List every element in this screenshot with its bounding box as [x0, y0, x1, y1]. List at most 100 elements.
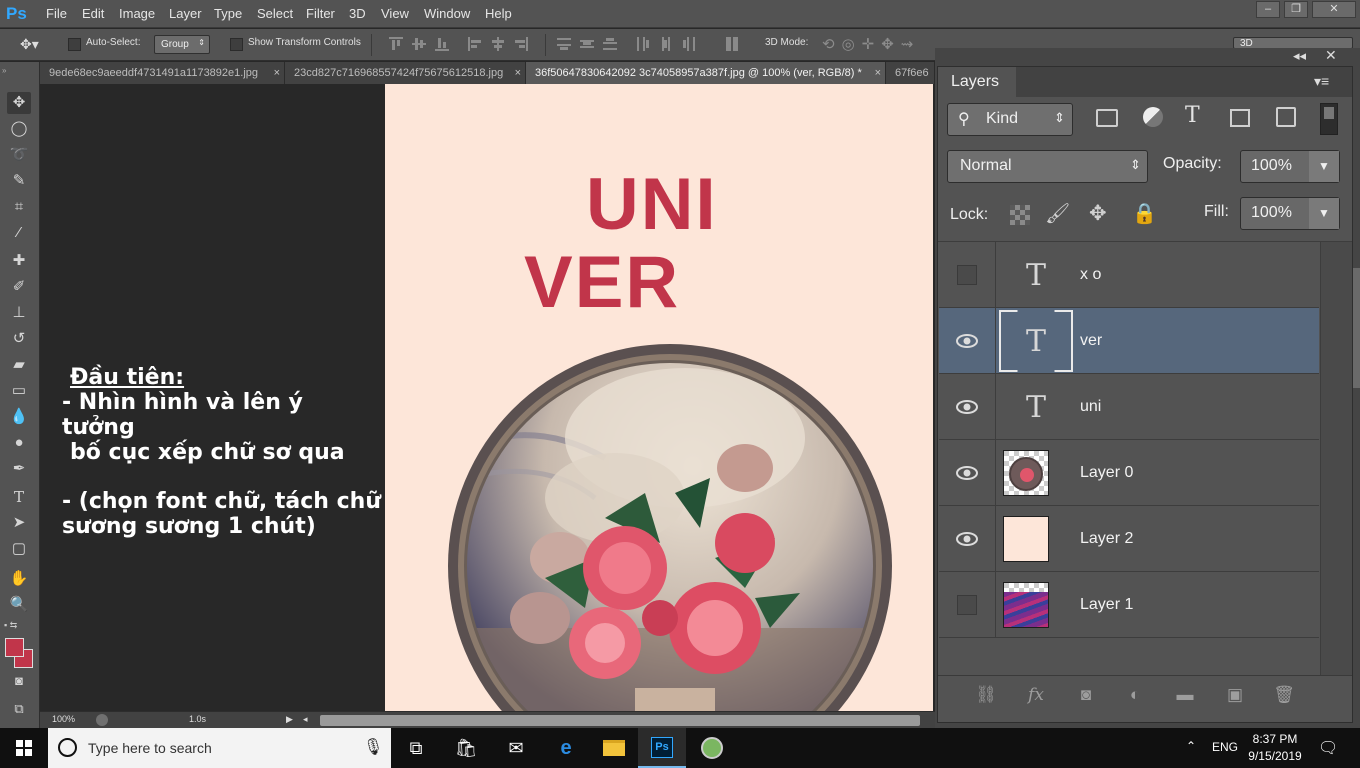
- rectangle-shape-icon[interactable]: ▢: [7, 538, 31, 560]
- menu-filter[interactable]: Filter: [306, 0, 335, 28]
- screen-mode-icon[interactable]: ⧉: [7, 698, 31, 720]
- history-brush-icon[interactable]: ↺: [7, 328, 31, 350]
- language-indicator[interactable]: ENG: [1212, 740, 1238, 754]
- align-hcenter-icon[interactable]: [491, 37, 505, 51]
- lock-all-icon[interactable]: 🔒: [1132, 201, 1157, 226]
- distribute-top-icon[interactable]: [557, 37, 571, 51]
- filter-toggle-switch[interactable]: [1320, 103, 1338, 135]
- mask-icon[interactable]: ◙: [1073, 684, 1099, 706]
- store-icon[interactable]: 🛍: [442, 728, 490, 768]
- align-right-icon[interactable]: [514, 37, 528, 51]
- distribute-bottom-icon[interactable]: [603, 37, 617, 51]
- auto-select-checkbox[interactable]: [68, 38, 81, 51]
- visibility-toggle-off[interactable]: [957, 595, 977, 615]
- minimize-icon[interactable]: –: [1256, 1, 1280, 18]
- eyedropper-icon[interactable]: ⁄: [7, 222, 31, 244]
- hand-icon[interactable]: ✋: [7, 568, 31, 590]
- panel-collapse-icon[interactable]: »: [2, 66, 6, 75]
- show-transform-checkbox[interactable]: [230, 38, 243, 51]
- eye-icon[interactable]: [956, 398, 978, 416]
- menu-help[interactable]: Help: [485, 0, 512, 28]
- layer-row-layer2[interactable]: Layer 2: [939, 506, 1319, 572]
- menu-view[interactable]: View: [381, 0, 409, 28]
- collapse-panels-icon[interactable]: ◂◂: [1293, 48, 1306, 64]
- filter-adjustment-icon[interactable]: [1143, 107, 1163, 127]
- mail-icon[interactable]: ✉: [492, 728, 540, 768]
- align-bottom-icon[interactable]: [435, 37, 449, 51]
- new-layer-icon[interactable]: ▣: [1222, 684, 1248, 706]
- edge-browser-icon[interactable]: e: [542, 728, 590, 768]
- clock[interactable]: 8:37 PM 9/15/2019: [1244, 731, 1306, 765]
- layer-row-layer0[interactable]: Layer 0: [939, 440, 1319, 506]
- filter-kind-dropdown[interactable]: ⚲ Kind ⇕: [947, 103, 1073, 136]
- task-view-icon[interactable]: ⧉: [392, 728, 440, 768]
- foreground-color-swatch[interactable]: [5, 638, 24, 657]
- layers-tab[interactable]: Layers: [938, 67, 1016, 97]
- distribute-vcenter-icon[interactable]: [580, 37, 594, 51]
- fx-icon[interactable]: fx: [1023, 684, 1049, 706]
- file-explorer-icon[interactable]: [590, 728, 638, 768]
- restore-icon[interactable]: ❐: [1284, 1, 1308, 18]
- lasso-icon[interactable]: ➰: [7, 144, 31, 166]
- filter-type-icon[interactable]: T: [1185, 103, 1200, 128]
- default-colors-icon[interactable]: ▪ ⇆: [4, 620, 17, 631]
- photoshop-taskbar-icon[interactable]: Ps: [638, 728, 686, 768]
- path-selection-icon[interactable]: ➤: [7, 512, 31, 534]
- folder-icon[interactable]: ▬: [1172, 684, 1198, 706]
- tab-doc-1[interactable]: 9ede68ec9aeeddf4731491a1173892e1.jpg ×: [40, 62, 285, 84]
- blend-mode-dropdown[interactable]: Normal ⇕: [947, 150, 1148, 183]
- opacity-field[interactable]: 100% ▼: [1240, 150, 1340, 183]
- ver-text-layer[interactable]: VER: [524, 246, 680, 319]
- menu-type[interactable]: Type: [214, 0, 242, 28]
- layer-name[interactable]: Layer 1: [1080, 572, 1133, 638]
- visibility-toggle-off[interactable]: [957, 265, 977, 285]
- distribute-left-icon[interactable]: [636, 37, 650, 51]
- layer-name[interactable]: ver: [1080, 308, 1102, 374]
- tab-doc-3-active[interactable]: 36f50647830642092 3c74058957a387f.jpg @ …: [526, 62, 886, 84]
- type-tool-icon[interactable]: T: [7, 486, 31, 508]
- panel-menu-icon[interactable]: ▾≡: [1314, 73, 1329, 90]
- app-taskbar-icon[interactable]: [688, 728, 736, 768]
- crop-icon[interactable]: ⌗: [7, 196, 31, 218]
- menu-select[interactable]: Select: [257, 0, 293, 28]
- distribute-right-icon[interactable]: [682, 37, 696, 51]
- lock-pixels-brush-icon[interactable]: 🖌: [1045, 201, 1070, 226]
- trash-icon[interactable]: 🗑: [1271, 684, 1297, 706]
- move-tool-icon[interactable]: ✥: [7, 92, 31, 114]
- notifications-icon[interactable]: 🗨: [1318, 738, 1338, 758]
- layer-row-ver[interactable]: T ver: [939, 308, 1319, 374]
- align-left-icon[interactable]: [468, 37, 482, 51]
- menu-3d[interactable]: 3D: [349, 0, 366, 28]
- close-tab-icon[interactable]: ×: [274, 62, 280, 84]
- auto-align-icon[interactable]: [725, 37, 739, 51]
- menu-file[interactable]: File: [46, 0, 67, 28]
- brush-icon[interactable]: ✐: [7, 276, 31, 298]
- eraser-icon[interactable]: ▰: [7, 354, 31, 376]
- healing-brush-icon[interactable]: ✚: [7, 250, 31, 272]
- move-tool-preset-icon[interactable]: ✥▾: [20, 36, 39, 53]
- align-top-icon[interactable]: [389, 37, 403, 51]
- close-icon[interactable]: ✕: [1312, 1, 1356, 18]
- status-menu-arrow-icon[interactable]: ▶: [286, 714, 293, 725]
- layer-row-xo[interactable]: T x o: [939, 242, 1319, 308]
- pen-icon[interactable]: ✒: [7, 458, 31, 480]
- document-canvas[interactable]: UNI VER: [385, 84, 933, 711]
- filter-shape-icon[interactable]: [1230, 109, 1250, 127]
- menu-layer[interactable]: Layer: [169, 0, 202, 28]
- menu-image[interactable]: Image: [119, 0, 155, 28]
- lock-transparent-icon[interactable]: [1010, 205, 1030, 225]
- 3d-mode-icons[interactable]: ⟲◎✛✥⇝: [822, 35, 920, 53]
- filter-smart-object-icon[interactable]: [1276, 107, 1296, 127]
- lock-position-icon[interactable]: ✥: [1089, 201, 1107, 226]
- status-info-icon[interactable]: [96, 714, 108, 726]
- layer-name[interactable]: Layer 2: [1080, 506, 1133, 572]
- fill-field[interactable]: 100% ▼: [1240, 197, 1340, 230]
- filter-pixel-icon[interactable]: [1096, 109, 1118, 127]
- clone-stamp-icon[interactable]: ⊥: [7, 302, 31, 324]
- microphone-icon[interactable]: 🎙: [363, 737, 383, 757]
- blur-icon[interactable]: 💧: [7, 406, 31, 428]
- tab-doc-2[interactable]: 23cd827c716968557424f75675612518.jpg ×: [285, 62, 526, 84]
- distribute-hcenter-icon[interactable]: [659, 37, 673, 51]
- taskbar-search-box[interactable]: Type here to search 🎙: [48, 728, 391, 768]
- adjustment-icon[interactable]: ◐: [1122, 684, 1148, 706]
